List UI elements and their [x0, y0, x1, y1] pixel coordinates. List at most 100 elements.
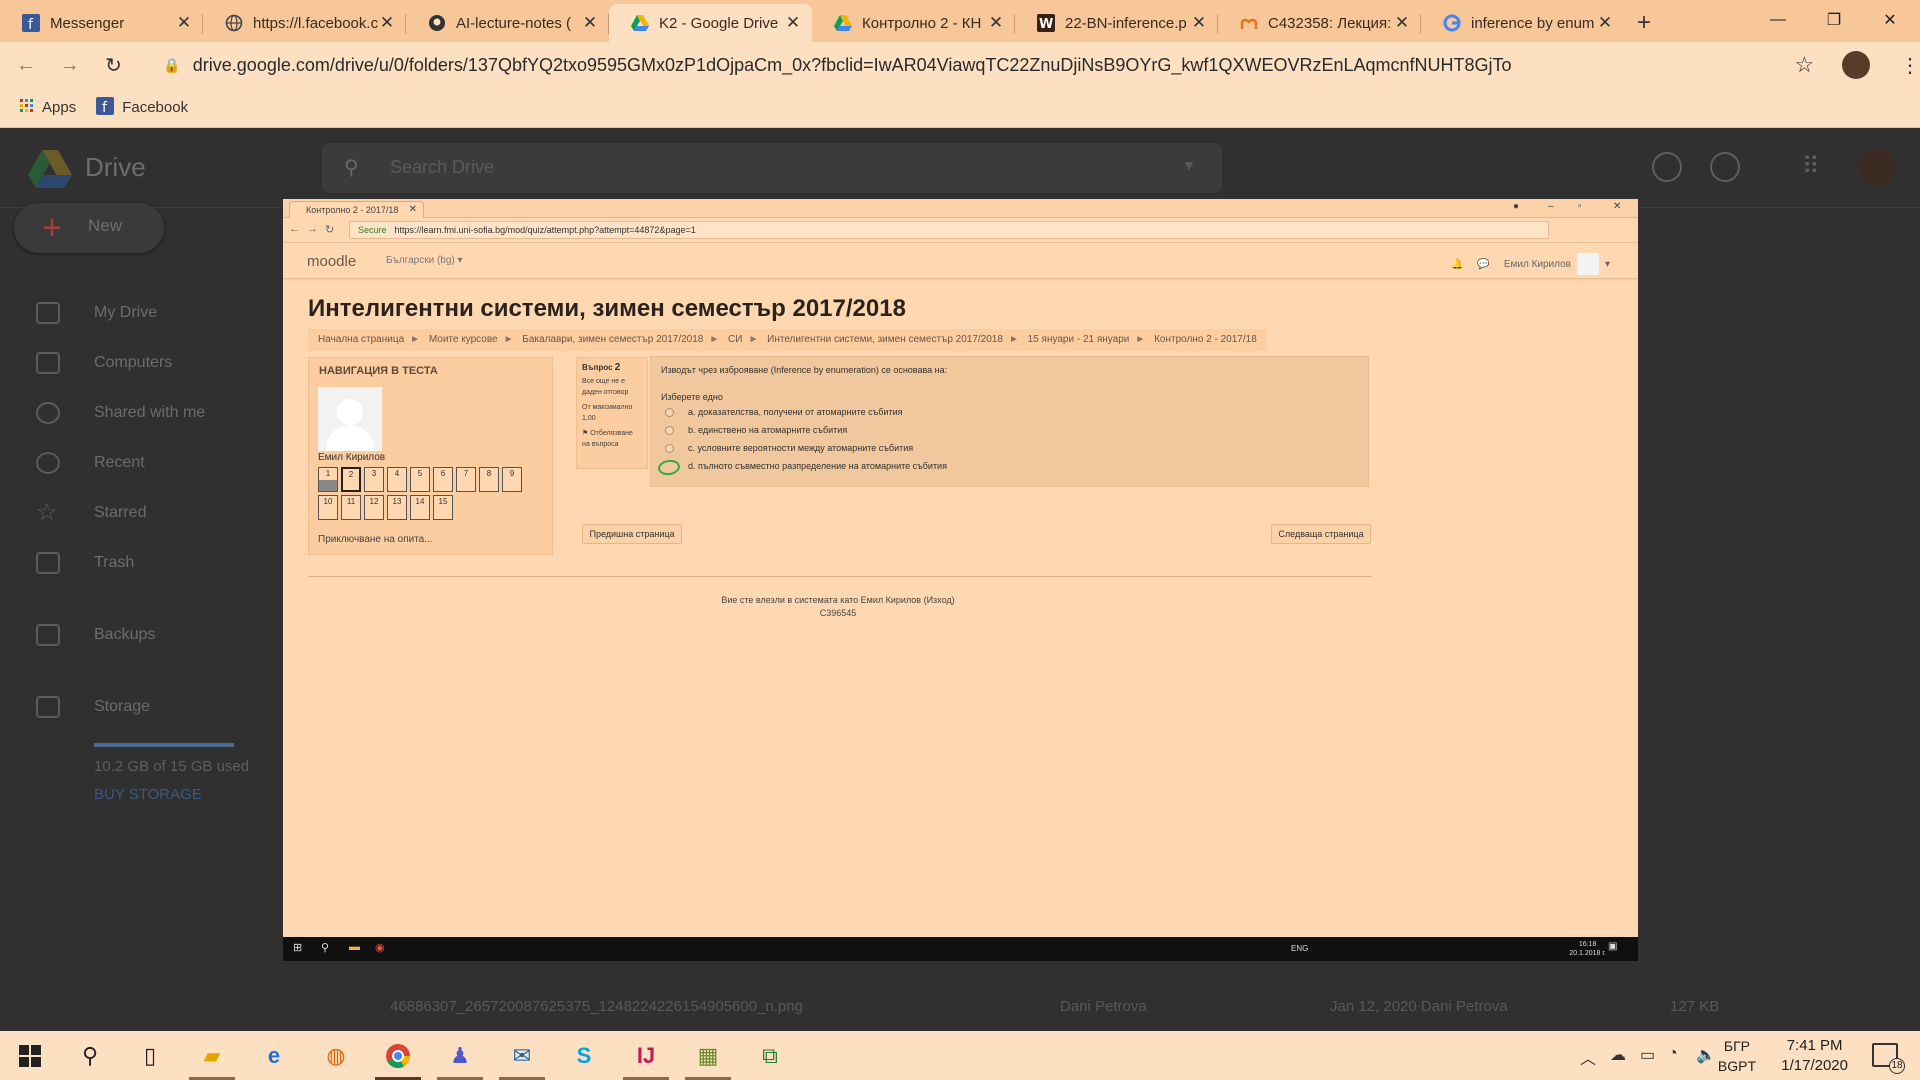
close-icon[interactable]: ✕ [987, 13, 1005, 33]
breadcrumb: Начална страница ► Моите курсове ► Бакалав… [308, 329, 1267, 351]
question-number: Въпрос 2 [582, 362, 642, 373]
quiz-nav-title: НАВИГАЦИЯ В ТЕСТА [319, 365, 438, 377]
account-avatar[interactable] [1858, 148, 1896, 186]
tab-k2-google-drive[interactable]: K2 - Google Drive ✕ [609, 4, 812, 42]
nav-backups[interactable]: Backups [0, 610, 280, 660]
file-row[interactable]: 46886307_265720087625375_124822422615490… [340, 988, 1840, 1028]
github-icon [428, 14, 446, 32]
minimize-button[interactable]: — [1750, 0, 1806, 40]
language-label: Български (bg) [386, 255, 455, 266]
question-button-15: 15 [433, 495, 453, 520]
preview-time: 16:18 [1578, 941, 1597, 948]
image-viewer-icon[interactable]: ▦ [692, 1040, 724, 1072]
task-view-icon[interactable]: ▯ [134, 1040, 166, 1072]
answer-option-b: b. единствено на атомарните събития [665, 425, 847, 435]
drive-search-input[interactable]: ⚲ Search Drive ▼ [322, 143, 1222, 193]
nav-storage[interactable]: Storage [0, 682, 280, 732]
outlook-icon[interactable]: ✉ [506, 1040, 538, 1072]
divider [308, 576, 1372, 577]
tab-lecture[interactable]: C432358: Лекция: ✕ [1218, 4, 1421, 42]
drive-title: Drive [85, 152, 146, 182]
close-window-button[interactable]: ✕ [1862, 0, 1918, 40]
help-icon[interactable] [1652, 152, 1682, 182]
close-icon[interactable]: ✕ [1596, 13, 1614, 33]
keyboard-language[interactable]: БГР BGPT [1718, 1036, 1756, 1076]
search-options-icon[interactable]: ▼ [1182, 157, 1196, 173]
lock-icon: 🔒 [163, 56, 181, 73]
close-icon[interactable]: ✕ [581, 13, 599, 33]
breadcrumb-item: Моите курсове [428, 334, 498, 345]
nav-computers[interactable]: Computers [0, 338, 280, 388]
bookmark-apps[interactable]: Apps [20, 98, 77, 117]
storage-text: 10.2 GB of 15 GB used [94, 758, 250, 775]
question-button-12: 12 [364, 495, 384, 520]
nav-label: My Drive [94, 304, 158, 321]
settings-icon[interactable] [1710, 152, 1740, 182]
new-label: New [88, 216, 123, 235]
finish-attempt-link: Приключване на опита... [318, 534, 433, 545]
address-bar[interactable]: 🔒 drive.google.com/drive/u/0/folders/137… [149, 48, 1785, 82]
wifi-icon[interactable]: ◔ [1668, 1045, 1678, 1063]
tab-facebook-link[interactable]: https://l.facebook.c ✕ [203, 4, 406, 42]
apps-grid-icon[interactable]: ⠿ [1802, 152, 1820, 181]
network-app-icon[interactable]: ⧉ [754, 1040, 786, 1072]
close-icon[interactable]: ✕ [175, 13, 193, 33]
close-icon[interactable]: ✕ [378, 13, 396, 33]
nav-trash[interactable]: Trash [0, 538, 280, 588]
nav-shared[interactable]: Shared with me [0, 388, 280, 438]
skype-icon[interactable]: S [568, 1040, 600, 1072]
chevron-up-icon[interactable]: ︿ [1580, 1045, 1596, 1069]
nav-label: Recent [94, 454, 145, 471]
tab-kontrolno-2[interactable]: Контролно 2 - КН ✕ [812, 4, 1015, 42]
close-icon[interactable]: ✕ [784, 13, 802, 33]
clock[interactable]: 7:41 PM 1/17/2020 [1781, 1036, 1848, 1076]
tab-ai-lecture-notes[interactable]: AI-lecture-notes ( ✕ [406, 4, 609, 42]
buy-storage-link[interactable]: BUY STORAGE [94, 786, 202, 803]
preview-tab-title: Контролно 2 - 2017/18 [306, 205, 399, 215]
reload-icon[interactable]: ↻ [96, 53, 132, 78]
restore-button[interactable]: ❐ [1806, 0, 1862, 40]
tab-bn-inference[interactable]: W 22-BN-inference.p ✕ [1015, 4, 1218, 42]
edge-icon[interactable]: e [258, 1040, 290, 1072]
nav-starred[interactable]: ☆ Starred [0, 488, 280, 538]
tab-messenger[interactable]: f Messenger ✕ [0, 4, 203, 42]
bookmark-facebook[interactable]: f Facebook [96, 96, 189, 119]
breadcrumb-item: Начална страница [318, 334, 405, 345]
new-tab-button[interactable]: + [1624, 4, 1664, 42]
bookmark-label: Facebook [122, 99, 189, 116]
bookmark-star-icon[interactable]: ☆ [1794, 52, 1814, 78]
file-explorer-icon[interactable]: ▰ [196, 1040, 228, 1072]
clock-date: 1/17/2020 [1781, 1057, 1848, 1074]
answer-option-c: c. условните вероятности между атомарнит… [665, 443, 913, 453]
chrome-icon[interactable] [382, 1040, 414, 1072]
search-icon[interactable]: ⚲ [74, 1040, 106, 1072]
volume-icon[interactable]: 🔈 [1696, 1045, 1716, 1065]
plus-icon: + [42, 209, 62, 247]
tab-inference-search[interactable]: inference by enum ✕ [1421, 4, 1624, 42]
intellij-icon[interactable]: IJ [630, 1040, 662, 1072]
teams-icon[interactable]: ♟ [444, 1040, 476, 1072]
firefox-icon[interactable]: ◍ [320, 1040, 352, 1072]
nav-recent[interactable]: Recent [0, 438, 280, 488]
answer-prompt: Изберете едно [661, 392, 723, 402]
browser-toolbar: ← → ↻ 🔒 drive.google.com/drive/u/0/folde… [0, 42, 1920, 88]
drive-header: Drive ⚲ Search Drive ▼ ⠿ [0, 128, 1920, 208]
browser-tab-strip: f Messenger ✕ https://l.facebook.c ✕ AI-… [0, 0, 1920, 42]
back-icon[interactable]: ← [8, 54, 44, 77]
windows-start-icon[interactable] [14, 1040, 46, 1072]
new-button[interactable]: + New [14, 203, 164, 253]
nav-my-drive[interactable]: My Drive [0, 288, 280, 338]
bookmark-label: Apps [42, 99, 77, 116]
close-icon[interactable]: ✕ [1190, 13, 1208, 33]
close-icon[interactable]: ✕ [1393, 13, 1411, 33]
onedrive-icon[interactable]: ☁ [1610, 1045, 1626, 1065]
menu-icon[interactable]: ⋮ [1900, 53, 1920, 78]
moodle-icon [1240, 14, 1258, 32]
next-page-button: Следваща страница [1271, 524, 1371, 544]
action-center-icon[interactable]: 18 [1872, 1043, 1905, 1074]
battery-icon[interactable]: ▭ [1640, 1045, 1655, 1065]
profile-avatar[interactable] [1842, 51, 1870, 79]
notification-count: 18 [1889, 1058, 1905, 1074]
forward-icon[interactable]: → [52, 54, 88, 77]
question-button-4: 4 [387, 467, 407, 492]
